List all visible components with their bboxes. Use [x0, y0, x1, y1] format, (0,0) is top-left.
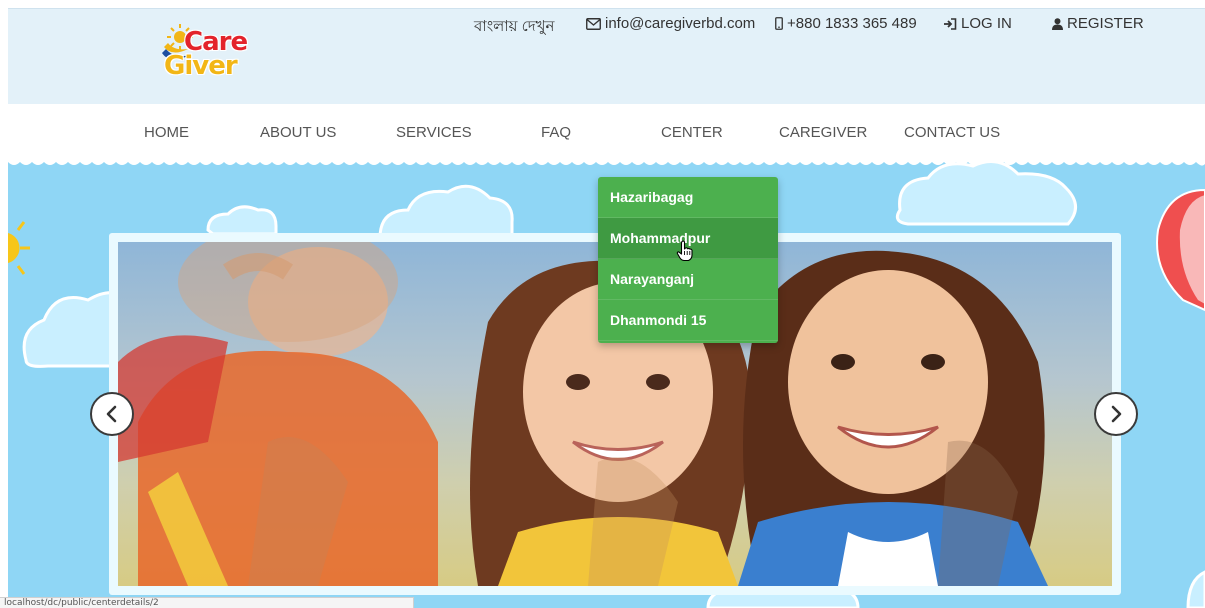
top-header: Care Giver বাংলায় দেখুন info@caregiverb… — [8, 8, 1205, 104]
login-link-label: LOG IN — [961, 15, 1012, 32]
slider-prev-button[interactable] — [90, 392, 134, 436]
dropdown-item-narayanganj[interactable]: Narayanganj — [598, 259, 778, 300]
envelope-icon — [586, 17, 601, 30]
register-link[interactable]: REGISTER — [1052, 15, 1144, 32]
nav-item-contact-us[interactable]: CONTACT US — [904, 124, 1000, 141]
login-link[interactable]: LOG IN — [943, 15, 1012, 32]
email-link-label: info@caregiverbd.com — [605, 15, 756, 32]
browser-status-url: localhost/dc/public/centerdetails/2 — [0, 597, 414, 608]
language-link[interactable]: বাংলায় দেখুন — [474, 15, 554, 40]
dropdown-item-dhanmondi-15[interactable]: Dhanmondi 15 — [598, 300, 778, 341]
nav-item-center[interactable]: CENTER — [661, 124, 723, 141]
caregiver-logo[interactable]: Care Giver — [156, 21, 260, 87]
main-nav: HOME ABOUT US SERVICES FAQ CENTER CAREGI… — [0, 104, 1205, 160]
mobile-phone-icon — [775, 17, 783, 30]
language-link-label: বাংলায় দেখুন — [474, 18, 555, 35]
nav-item-about-us[interactable]: ABOUT US — [260, 124, 336, 141]
nav-item-home[interactable]: HOME — [144, 124, 189, 141]
nav-item-caregiver[interactable]: CAREGIVER — [779, 124, 867, 141]
logo-text-giver: Giver — [164, 51, 238, 81]
user-icon — [1052, 17, 1063, 30]
dropdown-item-hazaribagag[interactable]: Hazaribagag — [598, 177, 778, 218]
sign-in-icon — [944, 17, 957, 30]
slider-next-button[interactable] — [1094, 392, 1138, 436]
phone-link-label: +880 1833 365 489 — [787, 15, 917, 32]
email-link[interactable]: info@caregiverbd.com — [586, 15, 755, 32]
hand-pointer-cursor-icon — [676, 240, 693, 262]
phone-link[interactable]: +880 1833 365 489 — [775, 15, 917, 32]
chevron-right-icon — [1111, 405, 1122, 423]
nav-item-services[interactable]: SERVICES — [396, 124, 472, 141]
chevron-left-icon — [106, 405, 117, 423]
register-link-label: REGISTER — [1067, 15, 1144, 32]
nav-item-faq[interactable]: FAQ — [541, 124, 571, 141]
